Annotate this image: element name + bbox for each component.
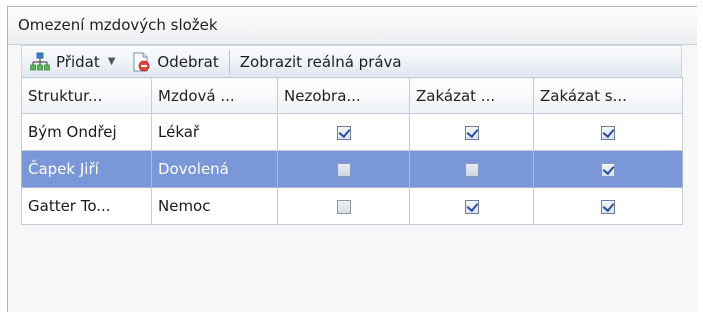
show-real-rights-label: Zobrazit reálná práva [239,52,402,71]
forbid-1-checkbox[interactable] [464,125,479,140]
hide-checkbox[interactable] [336,199,351,214]
document-remove-icon [133,52,150,71]
column-header-structure[interactable]: Struktur... [21,77,152,114]
table-row[interactable]: Gatter To... Nemoc [21,187,683,225]
hide-checkbox[interactable] [336,125,351,140]
forbid-2-checkbox[interactable] [601,199,615,214]
column-header-hide[interactable]: Nezobra... [277,77,410,114]
cell-structure: Gatter To... [21,187,152,225]
forbid-2-checkbox[interactable] [601,125,615,140]
hide-checkbox[interactable] [336,162,351,177]
cell-payroll-component: Nemoc [151,187,278,225]
table-row-selected[interactable]: Čapek Jiří Dovolená [21,150,683,188]
remove-button-label: Odebrat [157,52,219,71]
cell-structure: Čapek Jiří [21,150,152,188]
column-header-forbid-1[interactable]: Zakázat ... [409,77,534,114]
add-button[interactable]: Přidat ▼ [22,47,123,77]
forbid-1-checkbox[interactable] [464,199,479,214]
restrictions-grid: Struktur... Mzdová ... Nezobra... Zakáza… [21,77,683,225]
add-button-label: Přidat [56,52,100,71]
forbid-2-checkbox[interactable] [601,162,615,177]
column-header-forbid-2[interactable]: Zakázat s... [533,77,683,114]
structure-icon [30,52,50,70]
cell-structure: Bým Ondřej [21,113,152,151]
toolbar-separator [228,49,230,74]
show-real-rights-button[interactable]: Zobrazit reálná práva [232,47,410,77]
cell-payroll-component: Dovolená [151,150,278,188]
cell-payroll-component: Lékař [151,113,278,151]
grid-toolbar: Přidat ▼ Odebrat Zobrazit reálná práva [21,45,682,77]
table-row[interactable]: Bým Ondřej Lékař [21,113,683,151]
chevron-down-icon[interactable]: ▼ [108,56,116,67]
panel-title: Omezení mzdových složek [8,7,697,45]
forbid-1-checkbox[interactable] [464,162,479,177]
grid-header-row: Struktur... Mzdová ... Nezobra... Zakáza… [21,77,683,114]
remove-button[interactable]: Odebrat [123,47,226,77]
column-header-payroll-component[interactable]: Mzdová ... [151,77,278,114]
